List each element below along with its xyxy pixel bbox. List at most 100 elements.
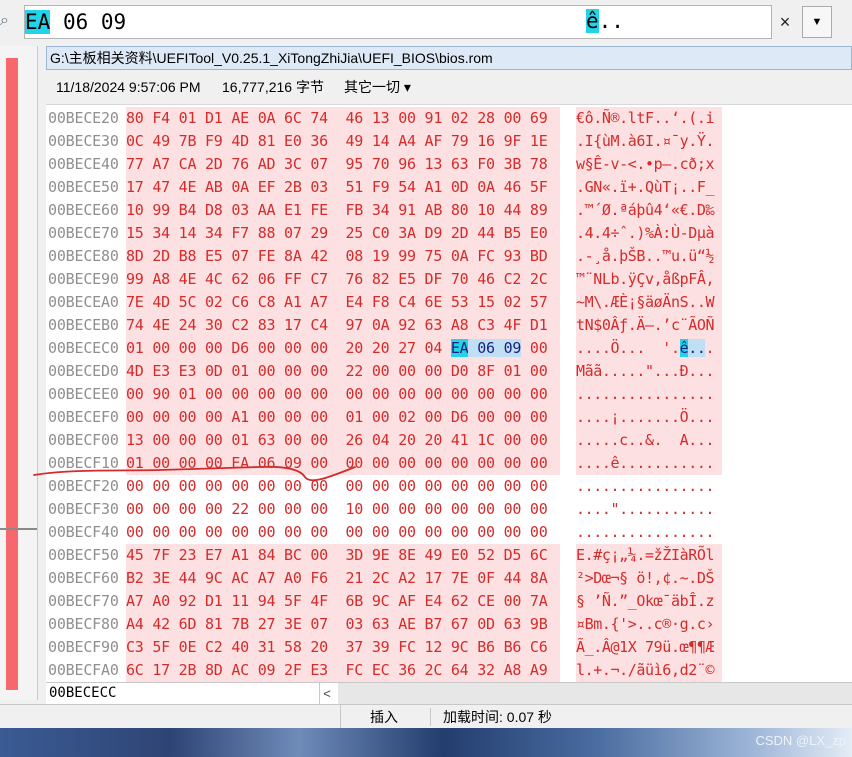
row-hex-bytes[interactable]: 7E 4D 5C 02 C6 C8 A1 A7 E4 F8 C4 6E 53 1… [126,291,560,314]
horizontal-scrollbar[interactable] [338,683,852,704]
row-ascii[interactable]: ................ [576,521,722,544]
row-hex-bytes[interactable]: A7 A0 92 D1 11 94 5F 4F 6B 9C AF E4 62 C… [126,590,560,613]
row-hex-bytes[interactable]: 77 A7 CA 2D 76 AD 3C 07 95 70 96 13 63 F… [126,153,560,176]
search-ascii-highlight: ê [586,9,599,33]
hex-row[interactable]: 00BECEE0 00 90 01 00 00 00 00 00 00 00 00… [46,383,852,406]
file-overview-bar [6,58,18,690]
row-hex-bytes[interactable]: 74 4E 24 30 C2 83 17 C4 97 0A 92 63 A8 C… [126,314,560,337]
search-icon[interactable]: ⌕ [0,12,14,32]
hex-row[interactable]: 00BECE20 80 F4 01 D1 AE 0A 6C 74 46 13 00… [46,107,852,130]
row-hex-bytes[interactable]: A4 42 6D 81 7B 27 3E 07 03 63 AE B7 67 0… [126,613,560,636]
hex-row[interactable]: 00BECEA0 7E 4D 5C 02 C6 C8 A1 A7 E4 F8 C4… [46,291,852,314]
hex-row[interactable]: 00BECE90 99 A8 4E 4C 62 06 FF C7 76 82 E5… [46,268,852,291]
hex-row[interactable]: 00BECF30 00 00 00 00 22 00 00 00 10 00 00… [46,498,852,521]
insert-mode-indicator[interactable]: 插入 [370,705,398,729]
hex-selection[interactable]: 06 09 [468,339,521,357]
row-hex-bytes[interactable]: B2 3E 44 9C AC A7 A0 F6 21 2C A2 17 7E 0… [126,567,560,590]
hex-row[interactable]: 00BECE40 77 A7 CA 2D 76 AD 3C 07 95 70 96… [46,153,852,176]
hex-row[interactable]: 00BECE50 17 47 4E AB 0A EF 2B 03 51 F9 54… [46,176,852,199]
hex-selection-start[interactable]: EA [450,339,469,357]
scroll-left-button[interactable]: < [318,683,336,704]
hex-row[interactable]: 00BECF50 45 7F 23 E7 A1 84 BC 00 3D 9E 8E… [46,544,852,567]
hex-row[interactable]: 00BECF70 A7 A0 92 D1 11 94 5F 4F 6B 9C AF… [46,590,852,613]
row-hex-bytes[interactable]: 99 A8 4E 4C 62 06 FF C7 76 82 E5 DF 70 4… [126,268,560,291]
row-hex-bytes[interactable]: 00 00 00 00 A1 00 00 00 01 00 02 00 D6 0… [126,406,560,429]
row-hex-bytes[interactable]: 45 7F 23 E7 A1 84 BC 00 3D 9E 8E 49 E0 5… [126,544,560,567]
ascii-text: ~M\.ÆÈ¡§äøÄnS..W [576,293,715,311]
row-ascii[interactable]: ¤Bm.{'>..c®·g.c› [576,613,722,636]
row-ascii[interactable]: €ô.Ñ®.ltF..‘.(.i [576,107,722,130]
row-hex-bytes[interactable]: 4D E3 E3 0D 01 00 00 00 22 00 00 00 D0 8… [126,360,560,383]
row-ascii[interactable]: § ’Ñ.”_Okœ¯äbÎ.z [576,590,722,613]
hex-row[interactable]: 00BECE80 8D 2D B8 E5 07 FE 8A 42 08 19 99… [46,245,852,268]
ascii-text: w§Ê-v-<.•p–.cð;x [576,155,715,173]
hand-drawn-underline-annotation [33,465,356,482]
row-ascii[interactable]: .....c..&. A... [576,429,722,452]
hex-bytes-text: 7E 4D 5C 02 C6 C8 A1 A7 E4 F8 C4 6E 53 1… [126,293,548,311]
caret-offset-field[interactable]: 00BECECC [46,683,320,704]
row-offset: 00BECF70 [48,592,119,610]
hex-row[interactable]: 00BECE70 15 34 14 34 F7 88 07 29 25 C0 3A… [46,222,852,245]
row-ascii[interactable]: ...."........... [576,498,722,521]
row-ascii[interactable]: ....¡.......Ö... [576,406,722,429]
row-hex-bytes[interactable]: 00 90 01 00 00 00 00 00 00 00 00 00 00 0… [126,383,560,406]
ascii-selection[interactable]: .. [688,339,706,357]
row-ascii[interactable]: w§Ê-v-<.•p–.cð;x [576,153,722,176]
row-ascii[interactable]: E.#ç¡„¼.=žŽIàRÕl [576,544,722,567]
hex-row[interactable]: 00BECE60 10 99 B4 D8 03 AA E1 FE FB 34 91… [46,199,852,222]
row-hex-bytes[interactable]: 8D 2D B8 E5 07 FE 8A 42 08 19 99 75 0A F… [126,245,560,268]
row-hex-bytes[interactable]: 15 34 14 34 F7 88 07 29 25 C0 3A D9 2D 4… [126,222,560,245]
row-ascii[interactable]: .4.4÷ˆ.)%À:Ù-Dµà [576,222,722,245]
hex-row[interactable]: 00BECF40 00 00 00 00 00 00 00 00 00 00 00… [46,521,852,544]
row-ascii[interactable]: .GN«.ï+.QùT¡..F_ [576,176,722,199]
hex-row[interactable]: 00BECF60 B2 3E 44 9C AC A7 A0 F6 21 2C A2… [46,567,852,590]
row-hex-bytes[interactable]: 01 00 00 00 D6 00 00 00 20 20 27 04 EA 0… [126,337,560,360]
row-ascii[interactable]: Mãã....."...Ð... [576,360,722,383]
hex-row[interactable]: 00BECF00 13 00 00 00 01 63 00 00 26 04 20… [46,429,852,452]
row-hex-bytes[interactable]: C3 5F 0E C2 40 31 58 20 37 39 FC 12 9C B… [126,636,560,659]
search-dropdown-button[interactable]: ▼ [802,6,832,38]
hex-row[interactable]: 00BECFA0 6C 17 2B 8D AC 09 2F E3 FC EC 36… [46,659,852,682]
row-ascii[interactable]: ....Ö... '.ê... [576,337,722,360]
row-hex-bytes[interactable]: 10 99 B4 D8 03 AA E1 FE FB 34 91 AB 80 1… [126,199,560,222]
row-ascii[interactable]: ~M\.ÆÈ¡§äøÄnS..W [576,291,722,314]
row-ascii[interactable]: l.+.¬./ãüì6,d2¨© [576,659,722,682]
row-ascii[interactable]: ................ [576,475,722,498]
row-ascii[interactable]: .I{ùM.à6I.¤¯y.Ÿ. [576,130,722,153]
ascii-text: €ô.Ñ®.ltF..‘.(.i [576,109,715,127]
row-ascii[interactable]: Ã_.Â@1X 79ü.œ¶¶Æ [576,636,722,659]
row-offset: 00BECEB0 [48,316,119,334]
row-hex-bytes[interactable]: 17 47 4E AB 0A EF 2B 03 51 F9 54 A1 0D 0… [126,176,560,199]
hex-footer-row: 00BECECC < [46,682,852,705]
search-input[interactable]: EA 06 09 [24,5,772,39]
row-hex-bytes[interactable]: 80 F4 01 D1 AE 0A 6C 74 46 13 00 91 02 2… [126,107,560,130]
row-hex-bytes[interactable]: 13 00 00 00 01 63 00 00 26 04 20 20 41 1… [126,429,560,452]
hex-editor-panel[interactable]: 00BECE20 80 F4 01 D1 AE 0A 6C 74 46 13 00… [46,104,852,683]
row-hex-bytes[interactable]: 00 00 00 00 22 00 00 00 10 00 00 00 00 0… [126,498,560,521]
search-ascii-rest: .. [598,9,624,33]
hex-row[interactable]: 00BECEF0 00 00 00 00 A1 00 00 00 01 00 02… [46,406,852,429]
row-ascii[interactable]: ²>Dœ¬§ ö!,¢.~.DŠ [576,567,722,590]
desktop-wallpaper-strip: CSDN @LX_zp [0,728,852,757]
row-ascii[interactable]: tN$0Âƒ.Ä—.’c¨ÃOÑ [576,314,722,337]
hex-row[interactable]: 00BECED0 4D E3 E3 0D 01 00 00 00 22 00 00… [46,360,852,383]
row-ascii[interactable]: .-¸å.þŠB..™u.ü“½ [576,245,722,268]
display-mode-dropdown[interactable]: 其它一切 ▾ [344,72,411,102]
row-ascii[interactable]: ................ [576,383,722,406]
row-ascii[interactable]: ....ê........... [576,452,722,475]
ascii-text: ................ [576,523,715,541]
row-hex-bytes[interactable]: 00 00 00 00 00 00 00 00 00 00 00 00 00 0… [126,521,560,544]
row-ascii[interactable]: ™¨NLb.ÿÇv‚åßpFÂ, [576,268,722,291]
hex-bytes-text: C3 5F 0E C2 40 31 58 20 37 39 FC 12 9C B… [126,638,548,656]
row-ascii[interactable]: .™´Ø.ªáþû4‘«€.D‰ [576,199,722,222]
row-hex-bytes[interactable]: 6C 17 2B 8D AC 09 2F E3 FC EC 36 2C 64 3… [126,659,560,682]
hex-row[interactable]: 00BECE30 0C 49 7B F9 4D 81 E0 36 49 14 A4… [46,130,852,153]
hex-row[interactable]: 00BECF90 C3 5F 0E C2 40 31 58 20 37 39 FC… [46,636,852,659]
search-clear-button[interactable]: × [776,6,794,38]
search-ascii-preview: ê.. [586,5,624,39]
hex-row[interactable]: 00BECEC0 01 00 00 00 D6 00 00 00 20 20 27… [46,337,852,360]
hex-row[interactable]: 00BECEB0 74 4E 24 30 C2 83 17 C4 97 0A 92… [46,314,852,337]
hex-row[interactable]: 00BECF80 A4 42 6D 81 7B 27 3E 07 03 63 AE… [46,613,852,636]
ascii-selection-start[interactable]: ê [679,339,689,357]
row-hex-bytes[interactable]: 0C 49 7B F9 4D 81 E0 36 49 14 A4 AF 79 1… [126,130,560,153]
